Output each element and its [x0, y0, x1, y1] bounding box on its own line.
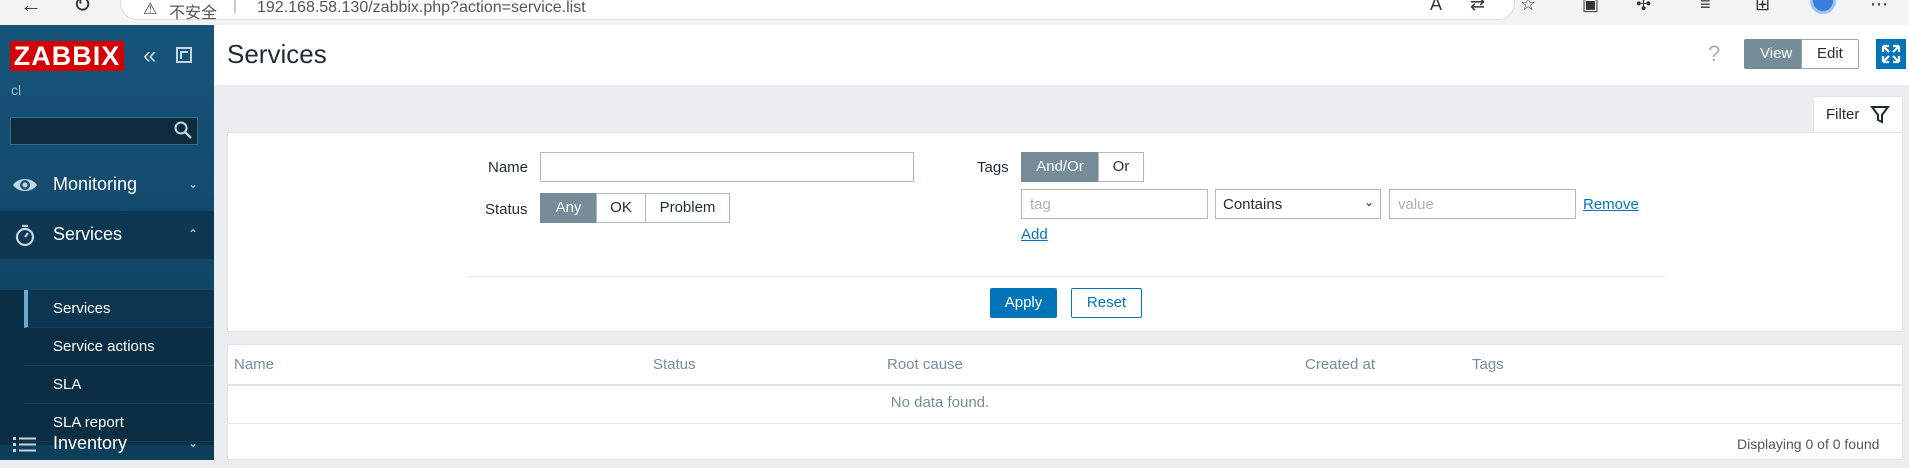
chevron-up-icon: ⌃	[187, 227, 198, 241]
read-aloud-icon[interactable]: A	[1430, 0, 1442, 15]
menu-label-monitoring: Monitoring	[53, 174, 138, 194]
column-header-name[interactable]: Name	[234, 356, 274, 373]
status-label: Status	[485, 201, 528, 218]
extensions-icon[interactable]: ✣	[1636, 0, 1651, 15]
submenu-item-service-actions[interactable]: Service actions	[24, 328, 214, 366]
tags-andor-radio[interactable]: And/Or	[1021, 152, 1099, 182]
menu-item-monitoring[interactable]: Monitoring ⌄	[0, 161, 214, 209]
search-icon[interactable]	[173, 120, 193, 140]
server-name: cl	[11, 82, 22, 98]
sidebar-search-input[interactable]	[10, 117, 198, 145]
collapse-sidebar-icon[interactable]: «	[143, 42, 156, 70]
chevron-down-icon: ⌄	[187, 436, 198, 450]
paging-summary: Displaying 0 of 0 found	[1737, 436, 1880, 452]
status-any-radio[interactable]: Any	[540, 193, 597, 223]
submenu-label: SLA	[53, 376, 82, 393]
column-header-status: Status	[653, 356, 696, 373]
menu-label-inventory: Inventory	[53, 433, 128, 453]
eye-icon	[13, 179, 37, 191]
fullscreen-button[interactable]	[1876, 39, 1906, 69]
page-title: Services	[227, 39, 327, 69]
sidebar: ZABBIX « cl Monitoring ⌄ Services ⌃ Serv…	[0, 25, 214, 460]
submenu-item-sla[interactable]: SLA	[24, 366, 214, 404]
warning-icon: ⚠	[143, 1, 158, 18]
url-text[interactable]: 192.168.58.130/zabbix.php?action=service…	[257, 0, 586, 17]
security-label: 不安全	[169, 5, 218, 22]
tag-name-input[interactable]	[1021, 189, 1208, 219]
more-icon[interactable]: ⋯	[1870, 0, 1888, 15]
favorite-add-icon[interactable]: ☆	[1520, 0, 1536, 15]
column-header-root-cause: Root cause	[887, 356, 963, 373]
filter-icon	[1870, 106, 1890, 124]
status-problem-radio[interactable]: Problem	[645, 193, 730, 223]
chevron-down-icon: ⌄	[187, 177, 198, 191]
help-icon[interactable]: ?	[1708, 41, 1720, 67]
status-ok-radio[interactable]: OK	[596, 193, 646, 223]
back-icon[interactable]: ←	[20, 0, 42, 18]
submenu-item-services[interactable]: Services	[24, 290, 214, 328]
submenu-label: Service actions	[53, 338, 155, 355]
menu-item-services[interactable]: Services ⌃	[0, 211, 214, 259]
empty-table-message: No data found.	[890, 394, 990, 411]
translate-icon[interactable]: ⇄	[1470, 0, 1485, 15]
fullscreen-icon	[1881, 44, 1901, 64]
name-input[interactable]	[540, 152, 914, 182]
stopwatch-icon	[15, 224, 35, 247]
remove-tag-link[interactable]: Remove	[1583, 196, 1639, 213]
profile-avatar[interactable]	[1810, 0, 1836, 14]
menu-item-inventory[interactable]: Inventory ⌄	[0, 420, 214, 468]
refresh-icon[interactable]: ↻	[73, 0, 91, 18]
reset-button[interactable]: Reset	[1071, 288, 1142, 318]
name-label: Name	[488, 159, 529, 176]
filter-panel: Name Status Any OK Problem Tags And/Or O…	[227, 132, 1903, 332]
menu-label-services: Services	[53, 224, 123, 244]
tags-or-radio[interactable]: Or	[1098, 152, 1144, 182]
table-header-divider	[228, 384, 1902, 386]
tag-value-input[interactable]	[1389, 189, 1576, 219]
list-icon	[13, 437, 36, 452]
edit-mode-button[interactable]: Edit	[1801, 39, 1859, 69]
column-header-created-at: Created at	[1305, 356, 1376, 373]
filter-divider	[468, 276, 1665, 277]
tab-groups-icon[interactable]: ⊞	[1755, 0, 1770, 15]
services-table: Name Status Root cause Created at Tags N…	[227, 344, 1903, 460]
favorites-icon[interactable]: ≡	[1700, 0, 1711, 15]
chevron-down-icon: ⌄	[1363, 195, 1374, 209]
submenu-label: Services	[53, 300, 111, 317]
browser-toolbar: ← ↻ ⚠ 不安全 | 192.168.58.130/zabbix.php?ac…	[0, 0, 1909, 25]
filter-tab-label: Filter	[1826, 106, 1860, 123]
table-row-divider	[228, 423, 1902, 424]
tag-operator-select[interactable]: Contains ⌄	[1215, 189, 1381, 219]
page-header: Services ? View Edit	[214, 25, 1909, 85]
collections-icon[interactable]: ▣	[1582, 0, 1599, 15]
tags-label: Tags	[977, 159, 1009, 176]
tag-operator-value: Contains	[1223, 196, 1283, 213]
address-bar[interactable]: ⚠ 不安全 | 192.168.58.130/zabbix.php?action…	[120, 0, 1515, 22]
view-mode-button[interactable]: View	[1744, 39, 1809, 69]
apply-button[interactable]: Apply	[990, 288, 1057, 318]
column-header-tags: Tags	[1472, 356, 1504, 373]
kiosk-mode-icon[interactable]	[176, 47, 192, 63]
zabbix-logo[interactable]: ZABBIX	[10, 41, 124, 71]
add-tag-link[interactable]: Add	[1021, 226, 1048, 243]
url-separator: |	[233, 0, 237, 14]
filter-tab[interactable]: Filter	[1813, 96, 1903, 133]
